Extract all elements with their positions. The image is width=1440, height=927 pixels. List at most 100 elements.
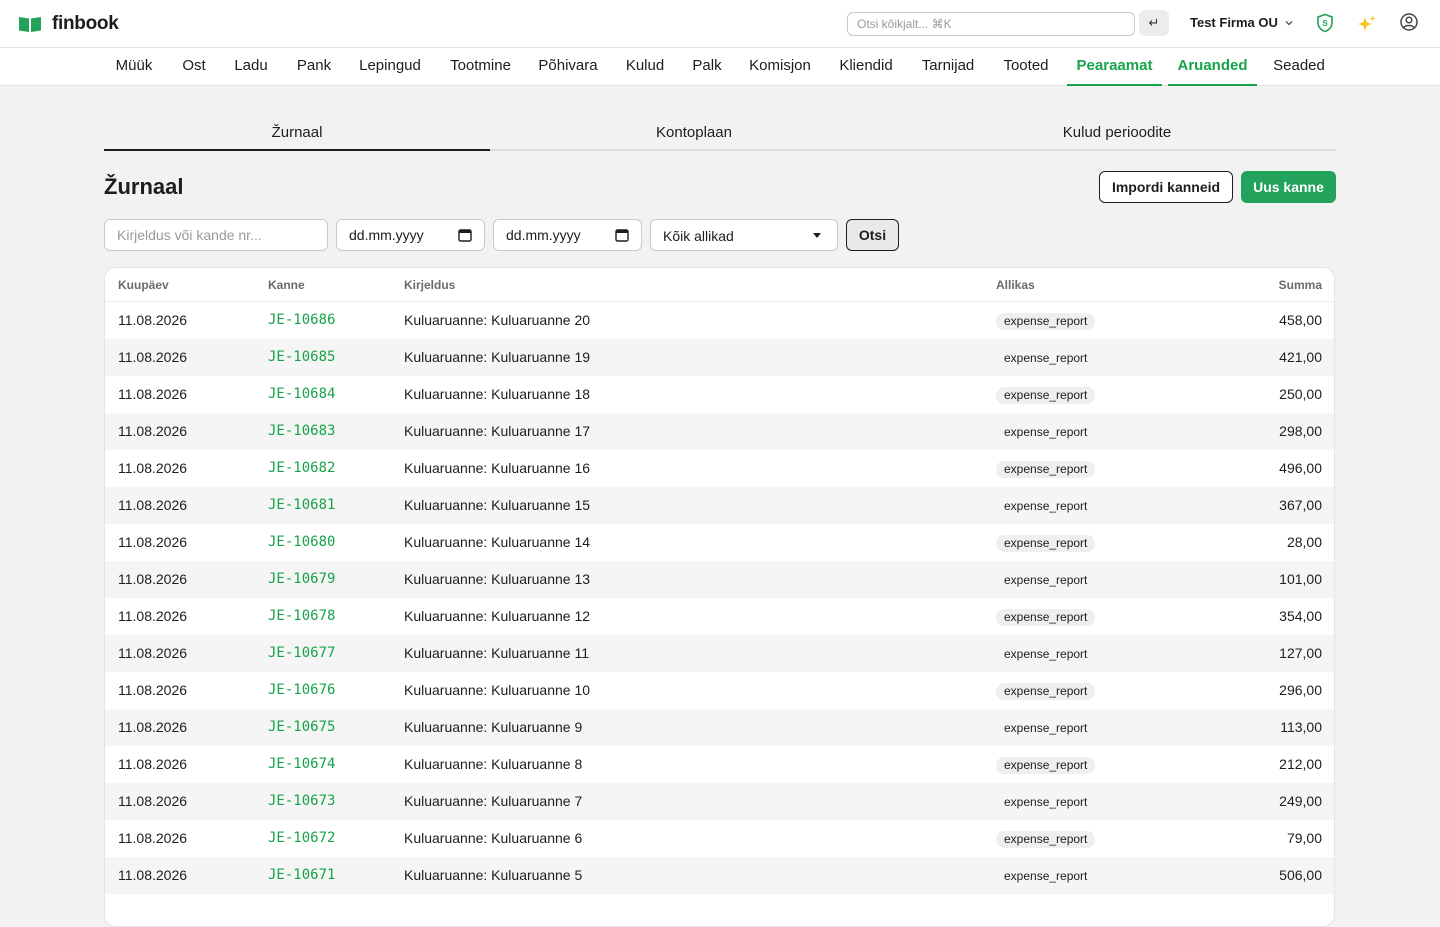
calendar-icon[interactable] [615,228,629,242]
row-amount: 421,00 [1279,349,1322,365]
table-row[interactable]: 11.08.2026 JE-10679 Kuluaruanne: Kuluaruan… [105,561,1334,598]
new-entry-button[interactable]: Uus kanne [1241,171,1336,203]
nav-item-aruanded[interactable]: Aruanded [1168,48,1257,86]
row-entry-link[interactable]: JE-10671 [268,857,335,894]
row-entry-link[interactable]: JE-10674 [268,746,335,783]
global-search-input[interactable]: Otsi kõikjalt... ⌘K [847,12,1135,36]
nav-item-palk[interactable]: Palk [684,48,730,86]
nav-item-kulud[interactable]: Kulud [614,48,676,86]
row-source-badge: expense_report [996,424,1096,441]
row-entry-link[interactable]: JE-10683 [268,413,335,450]
search-button[interactable]: Otsi [846,219,899,251]
nav-item-pearaamat[interactable]: Pearaamat [1067,48,1162,86]
table-row[interactable]: 11.08.2026 JE-10683 Kuluaruanne: Kuluaruan… [105,413,1334,450]
nav-item-kliendid[interactable]: Kliendid [830,48,902,86]
table-row[interactable]: 11.08.2026 JE-10674 Kuluaruanne: Kuluaruan… [105,746,1334,783]
row-source-badge: expense_report [996,498,1096,515]
calendar-icon[interactable] [458,228,472,242]
table-row[interactable]: 11.08.2026 JE-10673 Kuluaruanne: Kuluaruan… [105,783,1334,820]
table-row[interactable]: 11.08.2026 JE-10671 Kuluaruanne: Kuluaruan… [105,857,1334,894]
column-header-source[interactable]: Allikas [996,278,1035,292]
row-source-badge: expense_report [996,757,1096,774]
table-row[interactable]: 11.08.2026 JE-10684 Kuluaruanne: Kuluaruan… [105,376,1334,413]
column-header-entry[interactable]: Kanne [268,278,305,292]
table-row[interactable]: 11.08.2026 JE-10682 Kuluaruanne: Kuluaruan… [105,450,1334,487]
tab-zurnaal[interactable]: Žurnaal [104,114,490,151]
search-enter-button[interactable]: ↵ [1139,10,1169,36]
nav-item-pank[interactable]: Pank [287,48,341,86]
row-date: 11.08.2026 [118,830,188,846]
row-amount: 496,00 [1279,460,1322,476]
row-date: 11.08.2026 [118,645,188,661]
shield-icon[interactable]: S [1314,12,1336,34]
user-icon[interactable] [1398,11,1420,33]
row-entry-link[interactable]: JE-10679 [268,561,335,598]
row-entry-link[interactable]: JE-10678 [268,598,335,635]
table-row[interactable]: 11.08.2026 JE-10685 Kuluaruanne: Kuluaruan… [105,339,1334,376]
row-entry-link[interactable]: JE-10675 [268,709,335,746]
row-description: Kuluaruanne: Kuluaruanne 17 [404,423,591,439]
row-description: Kuluaruanne: Kuluaruanne 16 [404,460,591,476]
row-entry-link[interactable]: JE-10677 [268,635,335,672]
row-entry-link[interactable]: JE-10680 [268,524,335,561]
row-entry-link[interactable]: JE-10686 [268,302,335,339]
company-name: Test Firma OU [1190,15,1278,30]
date-from-input[interactable]: dd.mm.yyyy [336,219,485,251]
row-date: 11.08.2026 [118,719,188,735]
nav-item-ost[interactable]: Ost [172,48,216,86]
table-row[interactable]: 11.08.2026 JE-10681 Kuluaruanne: Kuluaruan… [105,487,1334,524]
description-search-input[interactable]: Kirjeldus või kande nr... [104,219,328,251]
nav-item-tarnijad[interactable]: Tarnijad [910,48,986,86]
nav-item-tooted[interactable]: Tooted [994,48,1058,86]
source-select[interactable]: Kõik allikad [650,219,838,251]
row-amount: 249,00 [1279,793,1322,809]
journal-table: Kuupäev Kanne Kirjeldus Allikas Summa 11… [104,267,1335,927]
tab-kulud-perioodite[interactable]: Kulud perioodite [898,114,1336,151]
nav-item-myyk[interactable]: Müük [104,48,164,86]
row-date: 11.08.2026 [118,460,188,476]
row-entry-link[interactable]: JE-10676 [268,672,335,709]
column-header-amount[interactable]: Summa [1279,278,1322,292]
table-row[interactable]: 11.08.2026 JE-10676 Kuluaruanne: Kuluaruan… [105,672,1334,709]
nav-item-tootmine[interactable]: Tootmine [440,48,521,86]
row-entry-link[interactable]: JE-10684 [268,376,335,413]
company-switcher[interactable]: Test Firma OU [1190,15,1294,30]
column-header-description[interactable]: Kirjeldus [404,278,455,292]
row-source-badge: expense_report [996,535,1096,552]
table-row[interactable]: 11.08.2026 JE-10675 Kuluaruanne: Kuluaruan… [105,709,1334,746]
row-amount: 296,00 [1279,682,1322,698]
book-logo-icon [19,16,41,32]
row-description: Kuluaruanne: Kuluaruanne 8 [404,756,583,772]
table-row[interactable]: 11.08.2026 JE-10678 Kuluaruanne: Kuluaruan… [105,598,1334,635]
chevron-down-icon [1285,20,1293,25]
row-source-badge: expense_report [996,831,1096,848]
row-date: 11.08.2026 [118,756,188,772]
logo[interactable]: finbook [18,13,119,35]
nav-item-komisjon[interactable]: Komisjon [738,48,822,86]
row-entry-link[interactable]: JE-10673 [268,783,335,820]
nav-item-ladu[interactable]: Ladu [223,48,279,86]
row-entry-link[interactable]: JE-10681 [268,487,335,524]
subtabs: Žurnaal Kontoplaan Kulud perioodite [104,114,1336,151]
sparkles-icon[interactable] [1356,13,1378,35]
nav-item-pohivara[interactable]: Põhivara [530,48,606,86]
page-title: Žurnaal [104,174,184,199]
table-row[interactable]: 11.08.2026 JE-10677 Kuluaruanne: Kuluaruan… [105,635,1334,672]
date-from-value: dd.mm.yyyy [349,227,424,243]
row-entry-link[interactable]: JE-10685 [268,339,335,376]
row-description: Kuluaruanne: Kuluaruanne 18 [404,386,591,402]
table-row[interactable]: 11.08.2026 JE-10672 Kuluaruanne: Kuluaruan… [105,820,1334,857]
import-entries-button[interactable]: Impordi kanneid [1099,171,1233,203]
nav-item-lepingud[interactable]: Lepingud [348,48,432,86]
tab-kontoplaan[interactable]: Kontoplaan [490,114,898,151]
column-header-date[interactable]: Kuupäev [118,278,169,292]
table-row[interactable]: 11.08.2026 JE-10680 Kuluaruanne: Kuluaruan… [105,524,1334,561]
row-entry-link[interactable]: JE-10672 [268,820,335,857]
row-entry-link[interactable]: JE-10682 [268,450,335,487]
row-source-badge: expense_report [996,609,1096,626]
row-date: 11.08.2026 [118,497,188,513]
date-to-input[interactable]: dd.mm.yyyy [493,219,642,251]
table-row[interactable]: 11.08.2026 JE-10686 Kuluaruanne: Kuluaruan… [105,302,1334,339]
row-source-badge: expense_report [996,794,1096,811]
nav-item-seaded[interactable]: Seaded [1265,48,1333,86]
